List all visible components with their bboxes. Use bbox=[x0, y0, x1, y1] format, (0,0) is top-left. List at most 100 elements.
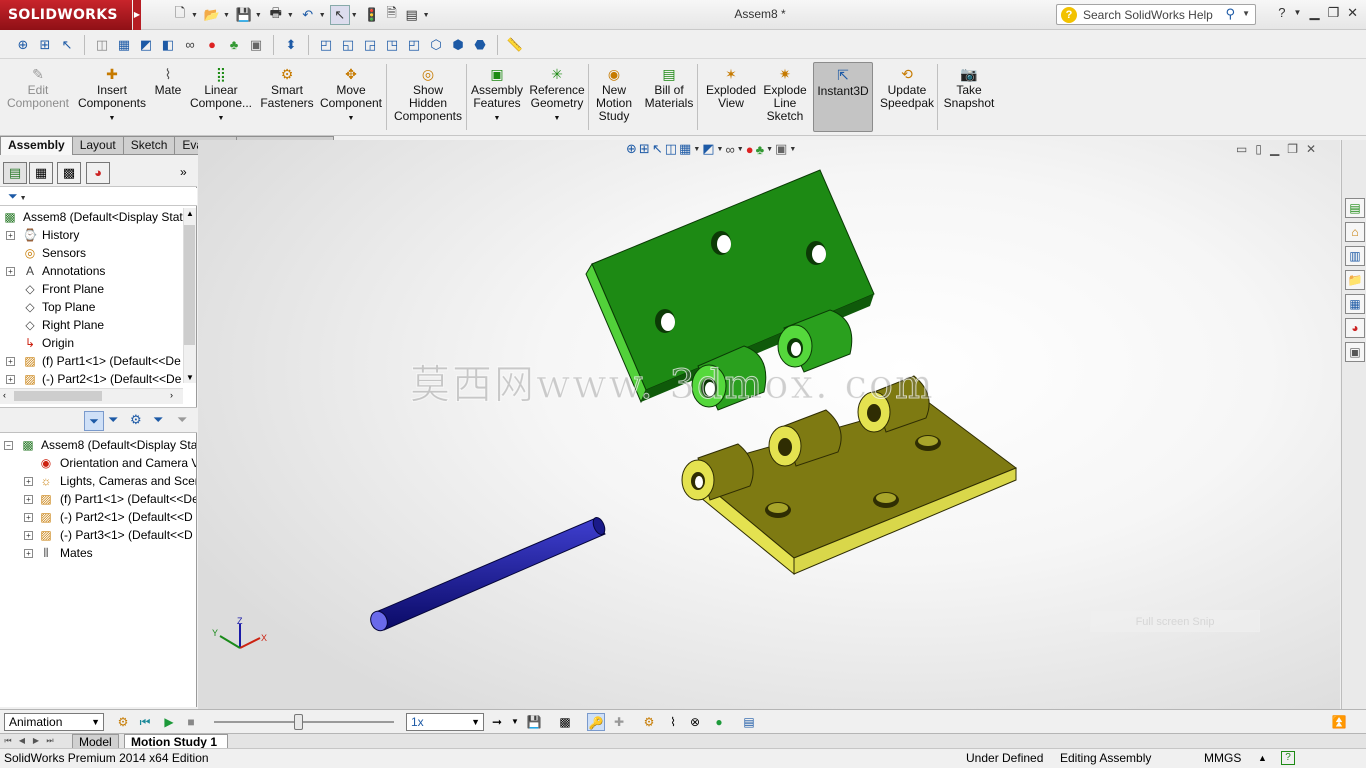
scene-icon[interactable]: ♣ bbox=[756, 142, 765, 157]
expand-icon[interactable]: + bbox=[24, 477, 33, 486]
search-icon[interactable]: ⚲ bbox=[1225, 6, 1235, 22]
results-plots-icon[interactable]: ▤ bbox=[740, 713, 758, 731]
save-dropdown-icon[interactable]: ▼ bbox=[255, 12, 262, 19]
playback-mode-icon[interactable]: ➞ bbox=[488, 713, 506, 731]
standard-view-left-icon[interactable]: ◲ bbox=[359, 34, 381, 56]
expand-icon[interactable]: + bbox=[24, 495, 33, 504]
snapshot-button[interactable]: 📷 Take Snapshot bbox=[940, 62, 998, 132]
view-settings-icon[interactable]: ▣ bbox=[775, 141, 787, 157]
new-document-icon[interactable]: 🗋 bbox=[170, 5, 190, 25]
scroll-left-icon[interactable]: ‹ bbox=[3, 390, 6, 400]
standard-view-front-icon[interactable]: ◰ bbox=[315, 34, 337, 56]
units-indicator[interactable]: MMGS bbox=[1204, 749, 1241, 768]
filter-animation-icon[interactable]: ⏷ bbox=[84, 411, 104, 431]
solidworks-logo[interactable]: SOLIDWORKS bbox=[0, 0, 132, 30]
open-dropdown-icon[interactable]: ▼ bbox=[223, 12, 230, 19]
trimetric-view-icon[interactable]: ⬢ bbox=[447, 34, 469, 56]
tree-item[interactable]: + ▨ (-) Part2<1> (Default<<D bbox=[0, 508, 196, 526]
zoom-to-fit-icon[interactable]: ⊕ bbox=[626, 141, 637, 157]
move-component-button[interactable]: ✥ Move Component ▼ bbox=[318, 62, 384, 132]
autokey-icon[interactable]: 🔑 bbox=[587, 713, 605, 731]
save-icon[interactable]: 💾 bbox=[234, 5, 254, 25]
tree-item[interactable]: ◎ Sensors bbox=[0, 244, 184, 262]
doc-restore-icon[interactable]: ❐ bbox=[1287, 142, 1298, 156]
undo-icon[interactable]: ↶ bbox=[298, 5, 318, 25]
view-palette-icon[interactable]: ▦ bbox=[1345, 294, 1365, 314]
section-view-icon[interactable]: ◫ bbox=[665, 141, 677, 157]
filter-selected-icon[interactable]: ⚙ bbox=[130, 412, 142, 428]
select-cursor-icon[interactable]: ↖ bbox=[329, 5, 350, 25]
search-dropdown-icon[interactable]: ▼ bbox=[1242, 9, 1250, 18]
standard-view-top-icon[interactable]: ◰ bbox=[403, 34, 425, 56]
expand-icon[interactable]: + bbox=[6, 357, 15, 366]
collapse-motion-manager-icon[interactable]: ⏫ bbox=[1330, 713, 1348, 731]
display-style-icon[interactable]: ◩ bbox=[702, 141, 714, 157]
chevron-down-icon[interactable]: ▼ bbox=[188, 112, 254, 125]
tree-item[interactable]: + ☼ Lights, Cameras and Scen bbox=[0, 472, 196, 490]
tab-motion-study-1[interactable]: Motion Study 1 bbox=[124, 734, 228, 749]
tree-item[interactable]: + ▨ (-) Part3<1> (Default<<D bbox=[0, 526, 196, 544]
chevron-down-icon[interactable]: ▼ bbox=[470, 112, 524, 125]
help-icon[interactable]: ? bbox=[1278, 5, 1285, 21]
tree-item[interactable]: + ▨ (f) Part1<1> (Default<<De bbox=[0, 490, 196, 508]
spring-icon[interactable]: ⌇ bbox=[664, 713, 682, 731]
print-icon[interactable]: 🖶 bbox=[266, 5, 286, 25]
scroll-down-icon[interactable]: ▼ bbox=[186, 373, 194, 382]
scroll-right-icon[interactable]: › bbox=[170, 390, 173, 400]
tree-item[interactable]: − ▩ Assem8 (Default<Display Stat bbox=[0, 436, 196, 454]
filter-results-icon[interactable]: ⏷ bbox=[153, 412, 163, 428]
help-search-box[interactable]: ? Search SolidWorks Help ⚲ ▼ bbox=[1056, 4, 1256, 25]
edit-component-button[interactable]: ✎ Edit Component bbox=[4, 62, 72, 132]
previous-view-icon[interactable]: ↖ bbox=[652, 141, 663, 157]
tree-item[interactable]: ↳ Origin bbox=[0, 334, 184, 352]
smart-fasteners-button[interactable]: ⚙ Smart Fasteners bbox=[256, 62, 318, 132]
tree-item[interactable]: ◉ Orientation and Camera V bbox=[0, 454, 196, 472]
tab-model[interactable]: Model bbox=[72, 734, 119, 749]
expand-icon[interactable]: + bbox=[6, 267, 15, 276]
previous-view-icon[interactable]: ↖ bbox=[56, 34, 78, 56]
custom-properties-icon[interactable]: ▣ bbox=[1345, 342, 1365, 362]
help-dropdown-icon[interactable]: ▼ bbox=[1294, 5, 1302, 21]
collapse-icon[interactable]: − bbox=[4, 441, 13, 450]
close-icon[interactable]: ✕ bbox=[1347, 5, 1358, 21]
isometric-view-icon[interactable]: ⬡ bbox=[425, 34, 447, 56]
hide-show-icon[interactable]: ∞ bbox=[725, 142, 734, 157]
doc-minimize-icon[interactable]: ▁ bbox=[1270, 142, 1279, 156]
horizontal-scroll-thumb[interactable] bbox=[14, 391, 102, 401]
move-triad-icon[interactable]: ⬍ bbox=[280, 34, 302, 56]
tree-filter[interactable]: ⏷ ▼ bbox=[0, 188, 197, 206]
tab-layout[interactable]: Layout bbox=[72, 136, 124, 155]
linear-pattern-button[interactable]: ⣿ Linear Compone... ▼ bbox=[188, 62, 254, 132]
scene-dropdown-icon[interactable]: ▼ bbox=[766, 146, 773, 153]
playback-slider-thumb[interactable] bbox=[294, 714, 303, 730]
view-orientation-dropdown-icon[interactable]: ▼ bbox=[693, 146, 700, 153]
motor-icon[interactable]: ⚙ bbox=[640, 713, 658, 731]
standard-view-back-icon[interactable]: ◱ bbox=[337, 34, 359, 56]
home-icon[interactable]: ⌂ bbox=[1345, 222, 1365, 242]
prev-tab-icon[interactable]: ◀ bbox=[16, 735, 28, 747]
tile-horizontal-icon[interactable]: ▭ bbox=[1236, 142, 1247, 156]
instant3d-button[interactable]: ⇱ Instant3D bbox=[813, 62, 873, 132]
restore-icon[interactable]: ❐ bbox=[1327, 5, 1339, 21]
insert-components-button[interactable]: ✚ Insert Components ▼ bbox=[76, 62, 148, 132]
doc-close-icon[interactable]: ✕ bbox=[1306, 142, 1316, 156]
play-icon[interactable]: ▶ bbox=[160, 713, 178, 731]
solidworks-resources-icon[interactable]: ▤ bbox=[1345, 198, 1365, 218]
damper-icon[interactable]: ⊗ bbox=[686, 713, 704, 731]
view-settings-icon[interactable]: ▣ bbox=[245, 34, 267, 56]
property-manager-tab-icon[interactable]: ▦ bbox=[29, 162, 53, 184]
filter-dropdown-icon[interactable]: ▼ bbox=[20, 195, 27, 202]
zoom-to-fit-icon[interactable]: ⊕ bbox=[12, 34, 34, 56]
tab-sketch[interactable]: Sketch bbox=[123, 136, 176, 155]
options-dropdown-icon[interactable]: ▼ bbox=[423, 12, 430, 19]
print-dropdown-icon[interactable]: ▼ bbox=[287, 12, 294, 19]
display-style-dropdown-icon[interactable]: ▼ bbox=[717, 146, 724, 153]
paperclip-button[interactable]: ⌇ Mate bbox=[150, 62, 186, 132]
expand-icon[interactable]: + bbox=[6, 375, 15, 384]
zoom-area-icon[interactable]: ⊞ bbox=[34, 34, 56, 56]
tree-item[interactable]: ▩ Assem8 (Default<Display Stat bbox=[0, 208, 184, 226]
expand-panel-icon[interactable]: » bbox=[180, 165, 187, 179]
expand-icon[interactable]: + bbox=[24, 513, 33, 522]
chevron-down-icon[interactable]: ▼ bbox=[76, 112, 148, 125]
measure-icon[interactable]: 📏 bbox=[504, 34, 526, 56]
